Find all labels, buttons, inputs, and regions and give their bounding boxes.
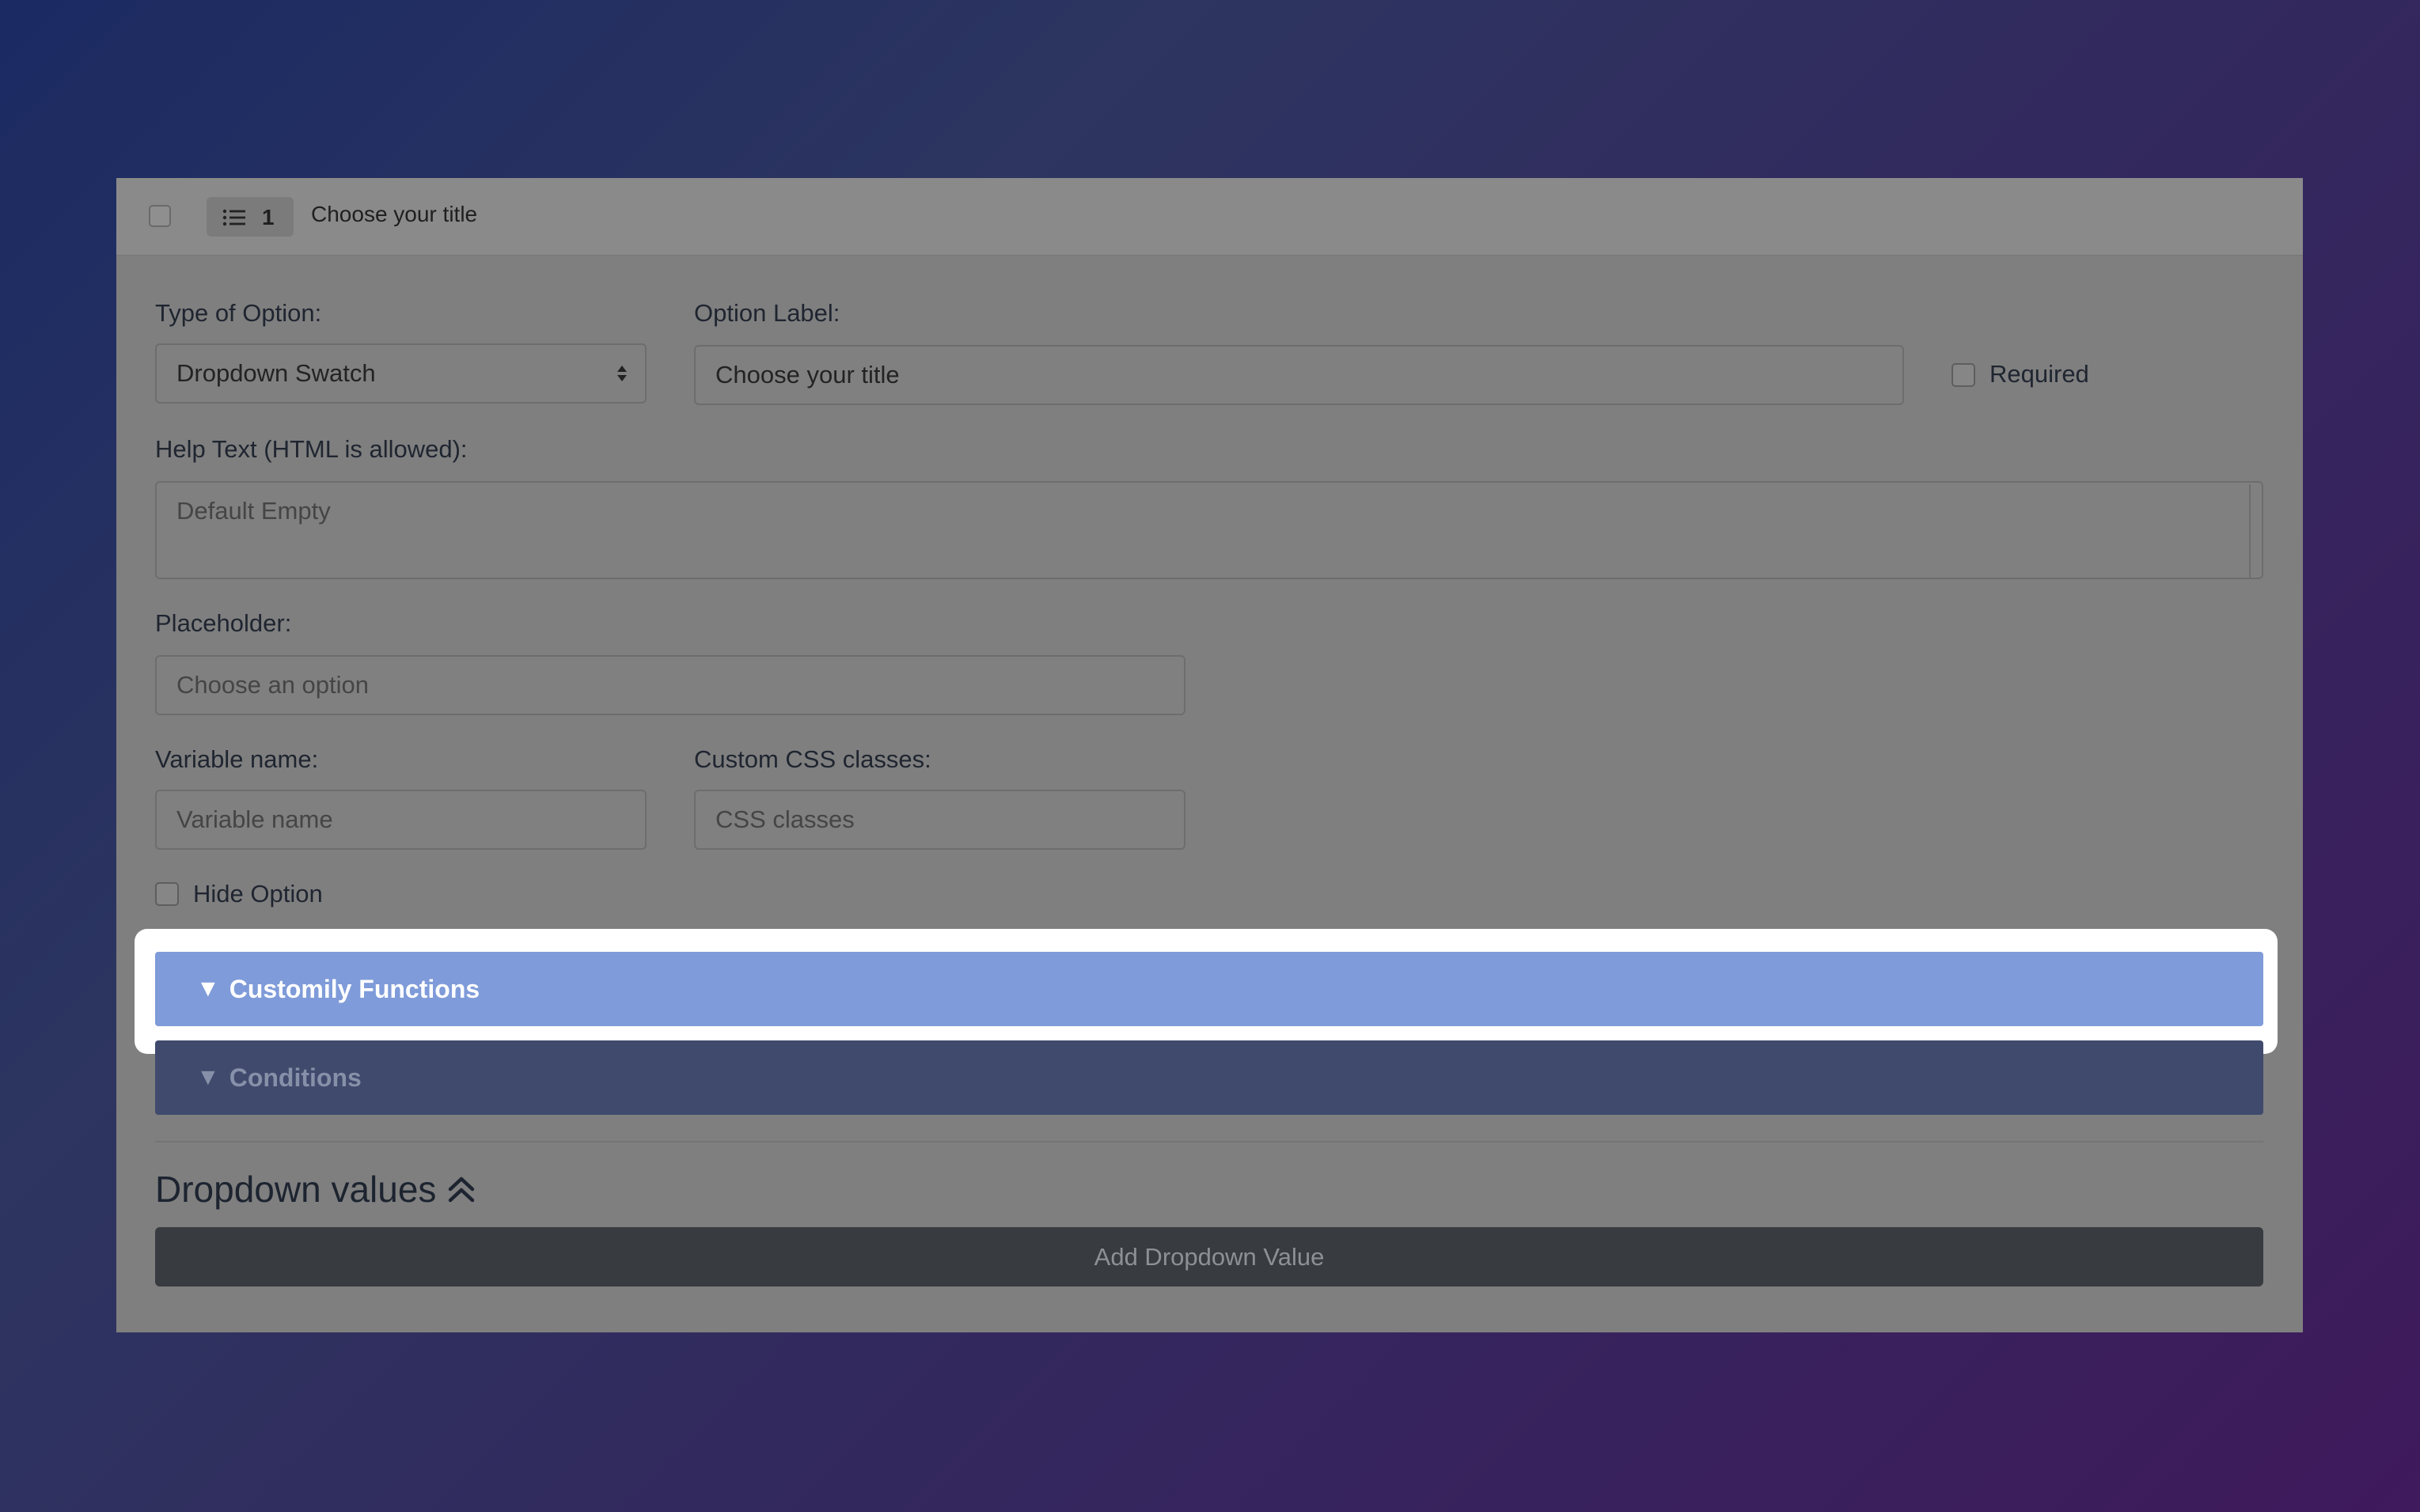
required-label: Required [1989,360,2089,388]
help-text-placeholder: Default Empty [176,497,331,525]
help-text-label: Help Text (HTML is allowed): [155,435,468,463]
dropdown-values-title: Dropdown values [155,1169,437,1210]
variable-name-placeholder: Variable name [176,805,333,833]
list-icon [222,209,245,226]
custom-css-placeholder: CSS classes [715,805,855,833]
placeholder-label: Placeholder: [155,609,292,637]
option-header: 1 Choose your title [116,178,2303,256]
option-label-value: Choose your title [715,361,900,388]
textarea-resize-handle[interactable] [2249,484,2259,578]
option-header-title: Choose your title [311,202,478,226]
add-dropdown-value-label: Add Dropdown Value [1094,1242,1325,1271]
select-option-checkbox[interactable] [149,205,171,227]
customily-functions-label: Customily Functions [229,974,480,1003]
custom-css-label: Custom CSS classes: [694,745,931,773]
type-of-option-label: Type of Option: [155,299,322,327]
section-divider [155,1141,2263,1143]
expand-triangle-icon: ▼ [196,976,220,1002]
customily-functions-toggle[interactable]: ▼ Customily Functions [155,952,2263,1026]
expand-triangle-icon: ▼ [196,1064,220,1090]
conditions-toggle[interactable]: ▼ Conditions [155,1040,2263,1115]
help-text-textarea[interactable]: Default Empty [155,481,2263,579]
option-index-badge: 1 [207,197,294,237]
variable-name-label: Variable name: [155,745,319,773]
type-of-option-value: Dropdown Swatch [176,359,376,387]
option-label-input[interactable]: Choose your title [694,345,1904,405]
add-dropdown-value-button[interactable]: Add Dropdown Value [155,1227,2263,1287]
placeholder-input[interactable]: Choose an option [155,655,1185,715]
select-arrows-icon [617,366,627,381]
placeholder-input-value: Choose an option [176,671,370,699]
type-of-option-select[interactable]: Dropdown Swatch [155,343,647,404]
variable-name-input[interactable]: Variable name [155,790,647,850]
hide-option-checkbox[interactable] [155,882,179,906]
conditions-label: Conditions [229,1063,362,1092]
option-index: 1 [262,205,275,229]
hide-option-label: Hide Option [193,880,323,908]
option-label-label: Option Label: [694,299,840,327]
double-chevron-up-icon[interactable] [446,1173,477,1205]
required-checkbox[interactable] [1952,363,1975,387]
custom-css-input[interactable]: CSS classes [694,790,1185,850]
dropdown-values-heading: Dropdown values [155,1168,477,1211]
